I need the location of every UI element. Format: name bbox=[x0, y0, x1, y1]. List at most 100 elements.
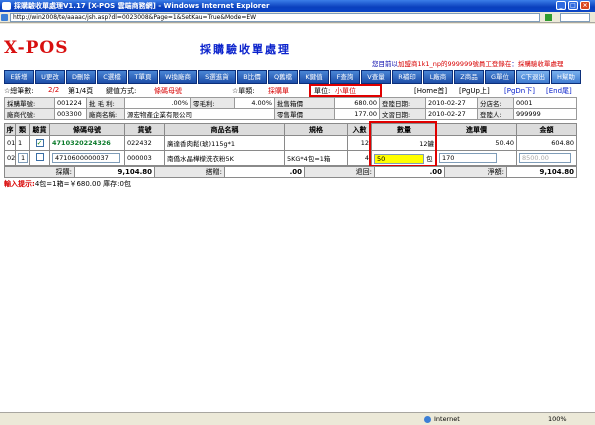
grid-header-cell: 類 bbox=[15, 123, 30, 136]
quantity-highlight-box bbox=[369, 121, 437, 167]
product-button[interactable]: Z商品 bbox=[454, 70, 484, 84]
key-value-button[interactable]: K鍵值 bbox=[299, 70, 329, 84]
tip-label: 輸入提示: bbox=[4, 180, 35, 188]
ie-icon bbox=[2, 2, 11, 10]
address-bar: http://win2008/te/aaaac/jsh.asp?dl=00230… bbox=[0, 12, 595, 23]
select-file-button[interactable]: C選檔 bbox=[97, 70, 127, 84]
user-account: 加盟商1k1_np的999999號員工登錄在 bbox=[398, 60, 512, 68]
query-button[interactable]: F查詢 bbox=[330, 70, 360, 84]
grid-header-cell: 貨號 bbox=[124, 123, 165, 136]
grid-header-cell: 規格 bbox=[284, 123, 348, 136]
unit-label: ☆單類: bbox=[232, 87, 255, 95]
row-amount-cell: 8500.00 bbox=[516, 150, 577, 166]
search-input[interactable] bbox=[560, 13, 590, 22]
nav-pgdn-link[interactable]: [PgDn下] bbox=[504, 86, 535, 96]
reg-date-field[interactable]: 2010-02-27 bbox=[425, 97, 478, 109]
order-no-field[interactable]: 001224 bbox=[54, 97, 87, 109]
compare-price-button[interactable]: B比價 bbox=[237, 70, 267, 84]
retail-price-field[interactable]: 177.00 bbox=[334, 108, 380, 120]
page-icon bbox=[1, 14, 8, 21]
grid-header-cell: 條碼母號 bbox=[49, 123, 125, 136]
table-row[interactable]: 01 1 ✓ 4710320224326 022432 廣達香肉鬆(琥)115g… bbox=[4, 135, 577, 151]
retail-gross-label: 零毛利: bbox=[190, 97, 235, 109]
branch-label: 分店名: bbox=[477, 97, 514, 109]
total-value: 2/2 bbox=[48, 86, 60, 94]
row-check-cell: ✓ bbox=[29, 135, 50, 151]
adjust-total: .00 bbox=[224, 166, 305, 178]
old-file-button[interactable]: Q舊檔 bbox=[268, 70, 298, 84]
row-name: 南僑水晶樺檬洗衣粉5K bbox=[164, 150, 285, 166]
form-row-1: 採購單號: 001224 批 毛 利: .00% 零毛利: 4.00% 批售箱價… bbox=[4, 97, 577, 109]
row-spec bbox=[284, 135, 348, 151]
vendor-name-field[interactable]: 源宏物產企業有限公司 bbox=[124, 108, 275, 120]
toolbar: E新增 U更改 D刪除 C選檔 T單頁 W換廠商 S選進貨 B比價 Q舊檔 K鍵值 F查詢 V查量 R補… bbox=[4, 70, 581, 84]
row-type-cell: 1 bbox=[15, 150, 30, 166]
row-spec: 5KG*4包=1箱 bbox=[284, 150, 348, 166]
vendor-code-label: 廠商代號: bbox=[4, 108, 55, 120]
grid-header-cell: 序 bbox=[4, 123, 16, 136]
adjust-label: 搭贈: bbox=[154, 166, 225, 178]
reprint-button[interactable]: R補印 bbox=[392, 70, 422, 84]
row-amount: 604.80 bbox=[516, 135, 577, 151]
grid-header-row: 序類驗貨 條碼母號 貨號 商品名稱 規格 入數 數量 進單價 金額 bbox=[4, 123, 577, 136]
help-button[interactable]: H幫助 bbox=[551, 70, 581, 84]
row-type-input[interactable]: 1 bbox=[18, 153, 28, 163]
wholesale-price-label: 批售箱價 bbox=[274, 97, 335, 109]
delete-button[interactable]: D刪除 bbox=[66, 70, 96, 84]
table-row[interactable]: 02 1 4710600000037 000003 南僑水晶樺檬洗衣粉5K 5K… bbox=[4, 150, 577, 166]
close-button[interactable]: × bbox=[580, 1, 590, 10]
check-qty-button[interactable]: V查量 bbox=[361, 70, 391, 84]
total-label: ☆總筆數: bbox=[4, 87, 34, 95]
barcode-input[interactable]: 4710600000037 bbox=[52, 153, 120, 163]
zone-text: Internet bbox=[434, 415, 460, 423]
change-vendor-button[interactable]: W換廠商 bbox=[159, 70, 197, 84]
add-button[interactable]: E新增 bbox=[4, 70, 34, 84]
retail-gross-field[interactable]: 4.00% bbox=[234, 97, 275, 109]
form-row-2: 廠商代號: 003300 廠商名稱: 源宏物產企業有限公司 零售單價 177.0… bbox=[4, 108, 577, 120]
window-title: 採購驗收單處理V1.17 [X-POS 雲端商務網] - Windows Int… bbox=[14, 2, 270, 10]
gross-field[interactable]: .00% bbox=[124, 97, 191, 109]
window-title-bar: 採購驗收單處理V1.17 [X-POS 雲端商務網] - Windows Int… bbox=[0, 0, 595, 12]
nav-end-link[interactable]: [End尾] bbox=[546, 86, 572, 96]
unit-button[interactable]: G單位 bbox=[485, 70, 515, 84]
select-purchase-button[interactable]: S選進貨 bbox=[198, 70, 236, 84]
doc-date-field[interactable]: 2010-02-27 bbox=[425, 108, 478, 120]
price-input[interactable]: 170 bbox=[439, 153, 497, 163]
reg-person-field[interactable]: 999999 bbox=[513, 108, 577, 120]
go-icon[interactable] bbox=[545, 14, 552, 21]
gross-label: 批 毛 利: bbox=[86, 97, 125, 109]
wholesale-price-field[interactable]: 680.00 bbox=[334, 97, 380, 109]
verify-checkbox[interactable]: ✓ bbox=[35, 139, 44, 147]
totals-row: 採購: 9,104.80 搭贈: .00 退回: .00 淨額: 9,104.8… bbox=[4, 166, 577, 178]
minimize-button[interactable]: _ bbox=[556, 1, 566, 10]
page-title: 採購驗收單處理 bbox=[200, 43, 291, 56]
update-button[interactable]: U更改 bbox=[35, 70, 65, 84]
unit-highlight-box bbox=[309, 84, 382, 97]
vendor-name-label: 廠商名稱: bbox=[86, 108, 125, 120]
row-check-cell bbox=[29, 150, 50, 166]
vendor-button[interactable]: L廠商 bbox=[423, 70, 453, 84]
user-info: 您目前以加盟商1k1_np的999999號員工登錄在：採購驗收單處理 bbox=[372, 58, 563, 68]
retail-price-label: 零售單價 bbox=[274, 108, 335, 120]
key-value[interactable]: 條碼母號 bbox=[154, 86, 182, 96]
reg-date-label: 登陸日期: bbox=[379, 97, 426, 109]
vendor-code-field[interactable]: 003300 bbox=[54, 108, 87, 120]
doc-date-label: 文習日期: bbox=[379, 108, 426, 120]
input-tip: 輸入提示:4包=1箱=￥680.00 庫存:0包 bbox=[4, 179, 131, 189]
row-pack: 4 bbox=[347, 150, 372, 166]
row-item-no: 000003 bbox=[124, 150, 165, 166]
row-type: 1 bbox=[15, 135, 30, 151]
row-price-cell: 170 bbox=[436, 150, 517, 166]
address-input[interactable]: http://win2008/te/aaaac/jsh.asp?dl=00230… bbox=[10, 13, 540, 22]
verify-checkbox[interactable] bbox=[35, 153, 44, 161]
maximize-button[interactable]: □ bbox=[568, 1, 578, 10]
unit-value[interactable]: 採購單 bbox=[268, 86, 289, 96]
single-page-button[interactable]: T單頁 bbox=[128, 70, 158, 84]
row-seq: 01 bbox=[4, 135, 16, 151]
nav-pgup-link[interactable]: [PgUp上] bbox=[459, 86, 490, 96]
page-content: X-POS 採購驗收單處理 您目前以加盟商1k1_np的999999號員工登錄在… bbox=[0, 24, 595, 412]
branch-field[interactable]: 0001 bbox=[513, 97, 577, 109]
nav-home-link[interactable]: [Home首] bbox=[414, 86, 447, 96]
zoom-level[interactable]: 100% bbox=[548, 413, 567, 425]
exit-button[interactable]: C下退出 bbox=[516, 70, 550, 84]
